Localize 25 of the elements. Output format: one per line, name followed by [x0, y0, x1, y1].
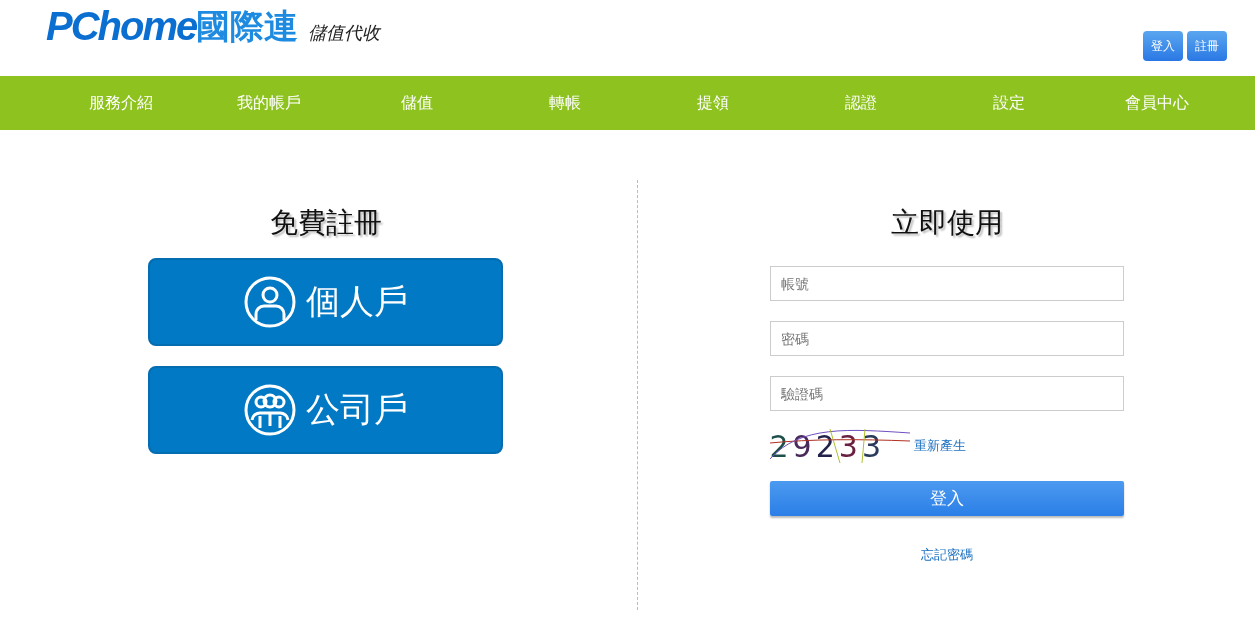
nav-item[interactable]: 設定	[935, 76, 1083, 130]
account-type-button[interactable]: 個人戶	[148, 258, 503, 346]
nav-item[interactable]: 會員中心	[1083, 76, 1231, 130]
logo-wordmark-cjk[interactable]: 國際連	[196, 6, 299, 46]
nav-item[interactable]: 轉帳	[491, 76, 639, 130]
nav-item[interactable]: 服務介紹	[47, 76, 195, 130]
register-button[interactable]: 註冊	[1187, 31, 1227, 61]
register-title: 免費註冊	[269, 205, 382, 241]
nav-item[interactable]: 提領	[639, 76, 787, 130]
nav-item[interactable]: 儲值	[343, 76, 491, 130]
account-type-button[interactable]: 公司戶	[148, 366, 503, 454]
input-field[interactable]: 驗證碼	[769, 376, 1124, 411]
forgot-password-link[interactable]: 忘記密碼	[920, 546, 973, 564]
nav-item[interactable]: 認證	[787, 76, 935, 130]
nav-item[interactable]: 我的帳戶	[195, 76, 343, 130]
logo-wordmark[interactable]: PChome	[46, 6, 197, 46]
tagline: 儲值代收	[308, 21, 381, 45]
group-icon	[243, 384, 296, 436]
login-title: 立即使用	[890, 205, 1003, 241]
login-button[interactable]: 登入	[1143, 31, 1183, 61]
input-field[interactable]: 密碼	[769, 321, 1124, 356]
refresh-captcha-link[interactable]: 重新產生	[913, 437, 966, 455]
submit-login-button[interactable]: 登入	[769, 481, 1124, 516]
person-icon	[243, 276, 296, 328]
input-field[interactable]: 帳號	[769, 266, 1124, 301]
